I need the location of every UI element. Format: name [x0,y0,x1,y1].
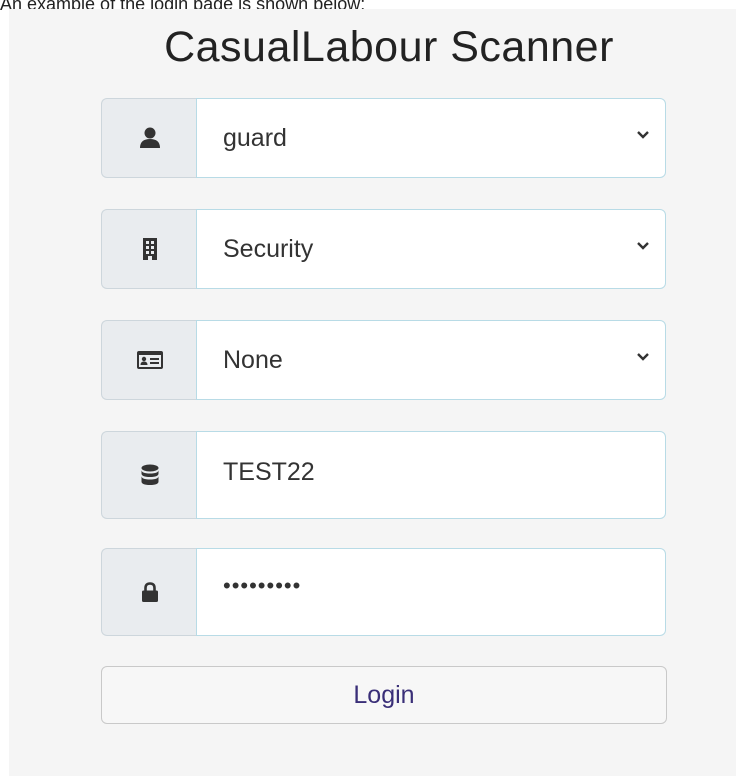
lock-icon [141,582,158,602]
department-select-group: Security [101,209,666,289]
department-select-value: Security [223,234,314,263]
password-input-group: ••••••••• [101,548,666,636]
database-input[interactable]: TEST22 [196,431,666,519]
user-select-value: guard [223,123,287,152]
database-input-group: TEST22 [101,431,666,519]
department-select[interactable]: Security [196,209,666,289]
user-icon [139,127,160,149]
user-select[interactable]: guard [196,98,666,178]
user-select-group: guard [101,98,666,178]
database-icon-addon [101,431,197,519]
id-select[interactable]: None [196,320,666,400]
chevron-down-icon [637,242,649,252]
building-icon [142,238,158,260]
database-icon [141,464,159,486]
building-icon-addon [101,209,197,289]
password-input[interactable]: ••••••••• [196,548,666,636]
id-select-group: None [101,320,666,400]
id-card-icon [136,351,163,369]
login-button[interactable]: Login [101,666,667,724]
login-panel: CasualLabour Scanner guard Security None… [9,9,736,776]
user-icon-addon [101,98,197,178]
chevron-down-icon [637,353,649,363]
database-input-value: TEST22 [223,458,315,486]
id-card-icon-addon [101,320,197,400]
chevron-down-icon [637,131,649,141]
app-title: CasualLabour Scanner [164,23,614,71]
id-select-value: None [223,345,283,374]
password-input-value: ••••••••• [223,573,302,598]
lock-icon-addon [101,548,197,636]
